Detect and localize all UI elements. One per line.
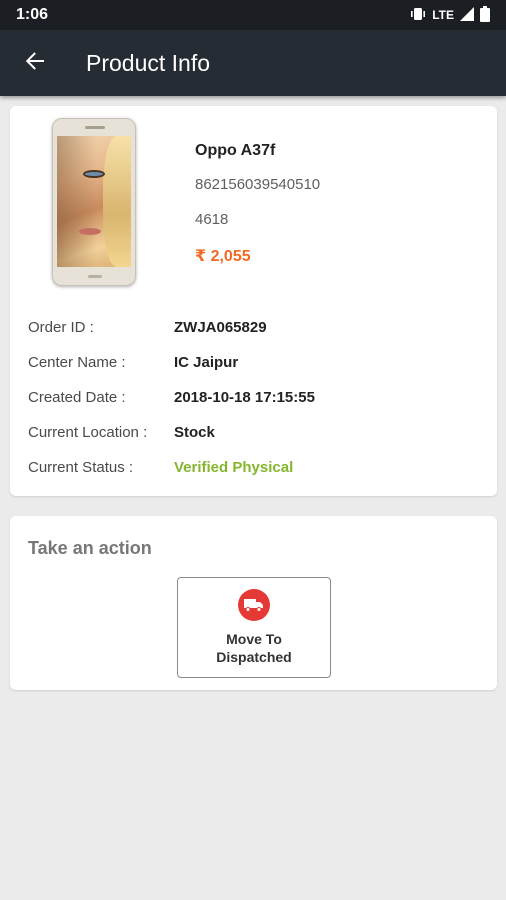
detail-label: Current Location :	[28, 423, 148, 441]
move-to-dispatched-button[interactable]: Move To Dispatched	[177, 577, 331, 678]
action-title: Take an action	[28, 538, 152, 558]
product-image	[52, 118, 136, 286]
product-code: 4618	[195, 211, 229, 228]
product-imei: 862156039540510	[195, 176, 321, 193]
status-bar: 1:06 LTE	[0, 0, 506, 30]
phone-screen	[57, 136, 131, 267]
detail-row-current-location: Current Location : Stock	[28, 421, 488, 443]
page-title: Product Info	[86, 49, 211, 76]
truck-icon	[238, 589, 270, 621]
signal-icon	[460, 6, 474, 24]
product-card: Oppo A37f 862156039540510 4618 ₹ 2,055 O…	[10, 106, 497, 496]
status-icons: LTE	[410, 5, 490, 25]
detail-value: 2018-10-18 17:15:55	[174, 388, 315, 406]
status-time: 1:06	[16, 6, 49, 23]
detail-value: Stock	[174, 423, 215, 441]
battery-icon	[480, 5, 490, 25]
detail-row-center-name: Center Name : IC Jaipur	[28, 351, 488, 373]
status-value: Verified Physical	[174, 458, 294, 476]
detail-label: Created Date :	[28, 388, 126, 406]
detail-row-created-date: Created Date : 2018-10-18 17:15:55	[28, 386, 488, 408]
back-button[interactable]	[0, 30, 70, 96]
detail-row-order-id: Order ID : ZWJA065829	[28, 316, 488, 338]
arrow-left-icon	[24, 50, 46, 77]
detail-value: IC Jaipur	[174, 353, 239, 371]
phone-home-bar	[88, 275, 102, 278]
product-name: Oppo A37f	[195, 142, 276, 159]
phone-speaker	[85, 126, 105, 129]
detail-label: Current Status :	[28, 458, 134, 476]
detail-row-current-status: Current Status : Verified Physical	[28, 456, 488, 478]
product-price: ₹ 2,055	[195, 248, 251, 265]
action-button-label: Move To Dispatched	[216, 631, 292, 665]
detail-label: Center Name :	[28, 353, 126, 371]
detail-label: Order ID :	[28, 318, 94, 336]
action-card: Take an action Move To Dispatched	[10, 516, 497, 690]
vibrate-icon	[410, 7, 426, 24]
detail-value: ZWJA065829	[174, 318, 267, 336]
network-type: LTE	[432, 8, 454, 22]
app-bar: Product Info	[0, 30, 506, 96]
